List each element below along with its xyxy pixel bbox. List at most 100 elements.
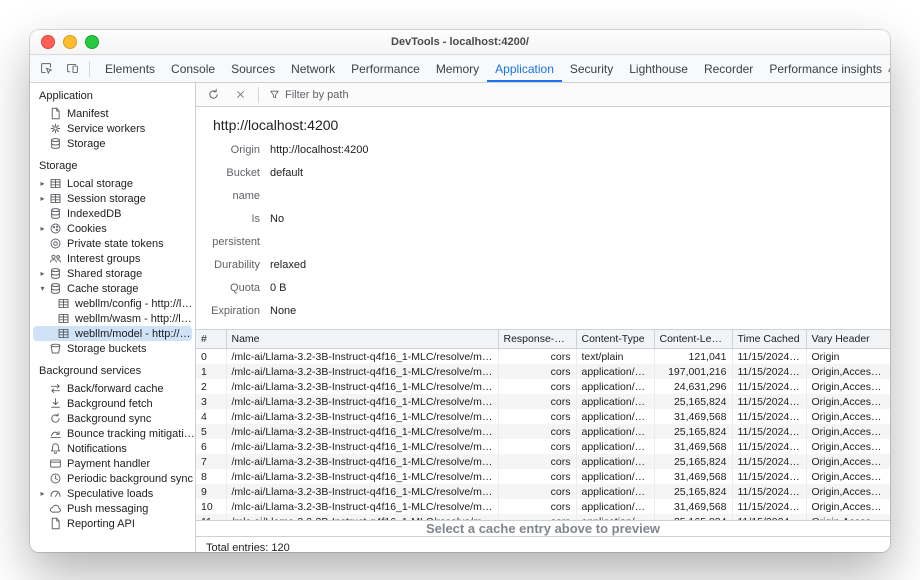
cache-entries-table: # Name Response-Type Content-Type Conten… (196, 330, 890, 521)
sidebar-item-notifications[interactable]: Notifications (30, 441, 195, 456)
sidebar-item-cache-webllm-model[interactable]: webllm/model - http://loc… (33, 326, 192, 341)
table-row[interactable]: 3 /mlc-ai/Llama-3.2-3B-Instruct-q4f16_1-… (196, 394, 890, 409)
table-row[interactable]: 0 /mlc-ai/Llama-3.2-3B-Instruct-q4f16_1-… (196, 349, 890, 365)
table-row[interactable]: 8 /mlc-ai/Llama-3.2-3B-Instruct-q4f16_1-… (196, 469, 890, 484)
sidebar-item-interest-groups[interactable]: Interest groups (30, 251, 195, 266)
close-window-button[interactable] (41, 35, 55, 49)
sidebar-item-payment-handler[interactable]: Payment handler (30, 456, 195, 471)
table-row[interactable]: 4 /mlc-ai/Llama-3.2-3B-Instruct-q4f16_1-… (196, 409, 890, 424)
zoom-window-button[interactable] (85, 35, 99, 49)
chevron-down-icon[interactable]: ▾ (37, 283, 48, 294)
column-header-response-type[interactable]: Response-Type (498, 330, 576, 349)
inspect-element-icon[interactable] (34, 58, 58, 80)
sidebar-item-cache-webllm-config[interactable]: webllm/config - http://loc… (30, 296, 195, 311)
manifest-document-icon (48, 107, 62, 121)
chevron-right-icon[interactable]: ▸ (37, 193, 48, 204)
cell-content-length: 31,469,568 (654, 439, 732, 454)
tab-performance-insights[interactable]: Performance insights (761, 55, 890, 82)
sidebar-item-background-sync[interactable]: Background sync (30, 411, 195, 426)
cache-metadata: Origin http://localhost:4200 Bucket name… (196, 135, 890, 329)
delete-selected-icon[interactable] (228, 84, 252, 106)
divider (89, 61, 90, 77)
column-header-time-cached[interactable]: Time Cached (732, 330, 806, 349)
tab-memory[interactable]: Memory (428, 55, 487, 82)
device-toolbar-icon[interactable] (60, 58, 84, 80)
column-header-content-type[interactable]: Content-Type (576, 330, 654, 349)
cell-content-type: text/plain (576, 349, 654, 365)
chevron-right-icon[interactable]: ▸ (37, 178, 48, 189)
table-row[interactable]: 7 /mlc-ai/Llama-3.2-3B-Instruct-q4f16_1-… (196, 454, 890, 469)
table-row[interactable]: 1 /mlc-ai/Llama-3.2-3B-Instruct-q4f16_1-… (196, 364, 890, 379)
sidebar-item-cache-webllm-wasm[interactable]: webllm/wasm - http://loca… (30, 311, 195, 326)
filter-by-path-input[interactable]: Filter by path (265, 89, 353, 101)
tab-recorder[interactable]: Recorder (696, 55, 761, 82)
table-row[interactable]: 5 /mlc-ai/Llama-3.2-3B-Instruct-q4f16_1-… (196, 424, 890, 439)
table-row[interactable]: 10 /mlc-ai/Llama-3.2-3B-Instruct-q4f16_1… (196, 499, 890, 514)
report-document-icon (48, 517, 62, 531)
cell-name: /mlc-ai/Llama-3.2-3B-Instruct-q4f16_1-ML… (226, 379, 498, 394)
meta-label: Origin (202, 139, 260, 162)
table-row[interactable]: 6 /mlc-ai/Llama-3.2-3B-Instruct-q4f16_1-… (196, 439, 890, 454)
table-row[interactable]: 2 /mlc-ai/Llama-3.2-3B-Instruct-q4f16_1-… (196, 379, 890, 394)
tab-network[interactable]: Network (283, 55, 343, 82)
cell-response-type: cors (498, 514, 576, 521)
sidebar-item-back-forward-cache[interactable]: Back/forward cache (30, 381, 195, 396)
refresh-icon[interactable] (201, 84, 225, 106)
tab-elements[interactable]: Elements (97, 55, 163, 82)
cell-time-cached: 11/15/2024, 10… (732, 484, 806, 499)
column-header-vary-header[interactable]: Vary Header (806, 330, 890, 349)
sidebar-item-cookies[interactable]: ▸ Cookies (30, 221, 195, 236)
cell-name: /mlc-ai/Llama-3.2-3B-Instruct-q4f16_1-ML… (226, 349, 498, 365)
table-row[interactable]: 11 /mlc-ai/Llama-3.2-3B-Instruct-q4f16_1… (196, 514, 890, 521)
column-header-name[interactable]: Name (226, 330, 498, 349)
meta-label: Is persistent (202, 208, 260, 254)
cell-index: 2 (196, 379, 226, 394)
tab-security[interactable]: Security (562, 55, 621, 82)
tab-application[interactable]: Application (487, 55, 562, 82)
sidebar-item-private-state-tokens[interactable]: Private state tokens (30, 236, 195, 251)
tab-lighthouse[interactable]: Lighthouse (621, 55, 696, 82)
sidebar-item-storage-buckets[interactable]: Storage buckets (30, 341, 195, 356)
meta-value: default (270, 162, 890, 208)
sidebar-item-background-fetch[interactable]: Background fetch (30, 396, 195, 411)
cell-vary-header: Origin,Access… (806, 424, 890, 439)
tab-sources[interactable]: Sources (223, 55, 283, 82)
sidebar-item-cache-storage[interactable]: ▾ Cache storage (30, 281, 195, 296)
database-icon (48, 267, 62, 281)
chevron-right-icon[interactable]: ▸ (37, 223, 48, 234)
sidebar-item-shared-storage[interactable]: ▸ Shared storage (30, 266, 195, 281)
cell-content-type: application/oc… (576, 514, 654, 521)
table-row[interactable]: 9 /mlc-ai/Llama-3.2-3B-Instruct-q4f16_1-… (196, 484, 890, 499)
chevron-right-icon[interactable]: ▸ (37, 268, 48, 279)
cell-time-cached: 11/15/2024, 10… (732, 364, 806, 379)
sidebar-item-push-messaging[interactable]: Push messaging (30, 501, 195, 516)
sidebar-item-speculative-loads[interactable]: ▸ Speculative loads (30, 486, 195, 501)
sidebar-item-manifest[interactable]: Manifest (30, 106, 195, 121)
cell-response-type: cors (498, 364, 576, 379)
table-icon (56, 297, 70, 311)
sidebar-item-service-workers[interactable]: Service workers (30, 121, 195, 136)
cell-index: 4 (196, 409, 226, 424)
column-header-index[interactable]: # (196, 330, 226, 349)
cell-index: 6 (196, 439, 226, 454)
tab-console[interactable]: Console (163, 55, 223, 82)
status-bar: Total entries: 120 (196, 536, 890, 552)
minimize-window-button[interactable] (63, 35, 77, 49)
sidebar-item-periodic-background-sync[interactable]: Periodic background sync (30, 471, 195, 486)
chevron-right-icon[interactable]: ▸ (37, 488, 48, 499)
sidebar-item-indexeddb[interactable]: IndexedDB (30, 206, 195, 221)
sidebar-item-reporting-api[interactable]: Reporting API (30, 516, 195, 531)
column-header-content-length[interactable]: Content-Length (654, 330, 732, 349)
cell-content-length: 31,469,568 (654, 409, 732, 424)
sidebar-item-storage[interactable]: Storage (30, 136, 195, 151)
token-icon (48, 237, 62, 251)
cell-name: /mlc-ai/Llama-3.2-3B-Instruct-q4f16_1-ML… (226, 409, 498, 424)
cell-name: /mlc-ai/Llama-3.2-3B-Instruct-q4f16_1-ML… (226, 439, 498, 454)
tab-performance[interactable]: Performance (343, 55, 428, 82)
sidebar-item-local-storage[interactable]: ▸ Local storage (30, 176, 195, 191)
meta-label: Expiration (202, 300, 260, 323)
table-header-row: # Name Response-Type Content-Type Conten… (196, 330, 890, 349)
cell-vary-header: Origin,Access… (806, 409, 890, 424)
sidebar-item-bounce-tracking-mitigations[interactable]: Bounce tracking mitigations (30, 426, 195, 441)
sidebar-item-session-storage[interactable]: ▸ Session storage (30, 191, 195, 206)
